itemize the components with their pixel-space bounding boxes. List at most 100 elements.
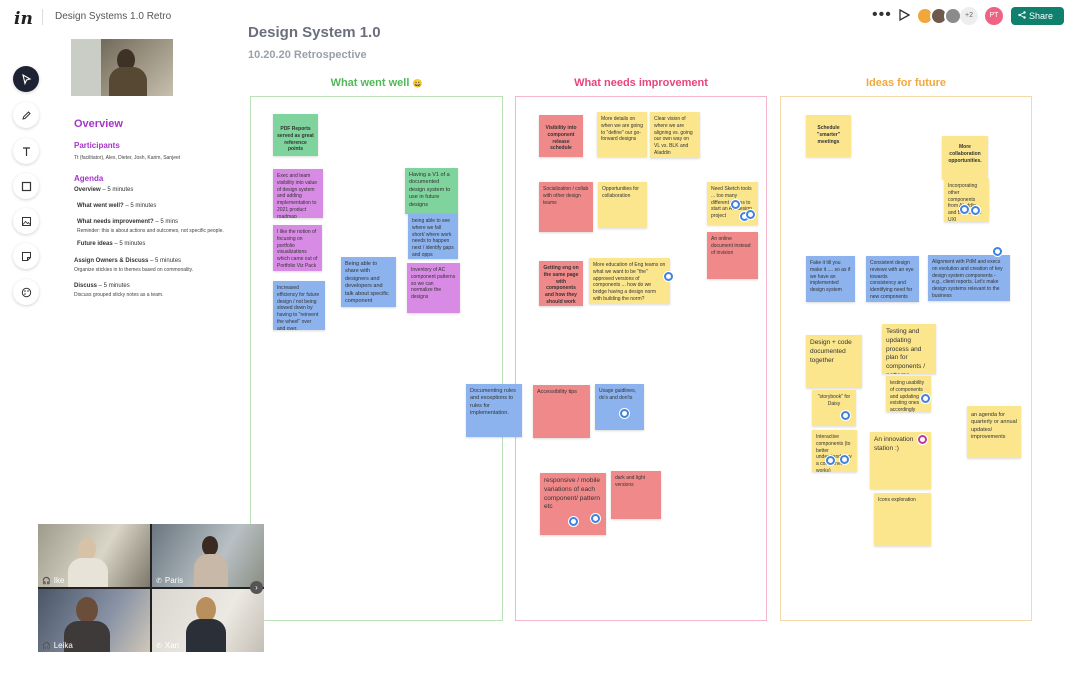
smile-emoji-icon: 😀 (412, 79, 423, 88)
column-title-needs-improvement[interactable]: What needs improvement (515, 77, 767, 89)
comment-marker-icon[interactable] (960, 205, 969, 214)
text-icon (22, 146, 30, 156)
board-subtitle[interactable]: 10.20.20 Retrospective (248, 49, 367, 61)
sticky-note[interactable]: I like the notion of focusing on portfol… (273, 225, 322, 271)
widgets-tool[interactable] (13, 279, 39, 305)
agenda-item: Assign Owners & Discuss – 5 minutes (74, 258, 182, 264)
present-play-icon[interactable] (898, 9, 910, 21)
sticky-note[interactable]: an agenda for quarterly or annual update… (967, 406, 1021, 458)
comment-marker-icon[interactable] (840, 455, 849, 464)
participant-head (78, 538, 96, 560)
sticky-note[interactable]: "storybook" for Daisy (812, 390, 856, 426)
sticky-note[interactable]: Having a V1 of a documented design syste… (405, 168, 458, 214)
presenter-body (109, 67, 147, 96)
agenda-item: What went well? – 5 minutes (77, 203, 157, 209)
more-options-icon[interactable]: ••• (872, 6, 892, 24)
pen-tool[interactable] (13, 102, 39, 128)
sticky-note[interactable]: Testing and updating process and plan fo… (882, 324, 936, 374)
next-participants-button[interactable]: › (250, 581, 263, 594)
comment-marker-icon[interactable] (841, 411, 850, 420)
video-tile[interactable]: 🎧 Ike (38, 524, 150, 587)
pencil-icon (21, 110, 31, 120)
sticky-note[interactable]: Usage guidlines, do's and don'ts (595, 384, 644, 430)
sticky-note[interactable]: Icons exploration (874, 493, 931, 546)
sticky-note[interactable]: Being able to share with designers and d… (341, 257, 396, 307)
comment-marker-icon[interactable] (993, 247, 1002, 256)
participant-name: ✆ Xan (156, 641, 180, 650)
sticky-note[interactable]: Inventory of AC component patterns so we… (407, 263, 460, 313)
comment-marker-icon[interactable] (971, 206, 980, 215)
participant-body (68, 558, 108, 587)
sticky-note[interactable]: Clear vision of where we are aligning vs… (650, 112, 700, 158)
sticky-note[interactable]: Opportunities for collaboration (598, 182, 647, 228)
sticky-note[interactable]: Exec and team visibility into value of d… (273, 169, 323, 218)
sticky-note[interactable]: Visibility into component release schedu… (539, 115, 583, 157)
sticky-note[interactable]: Accessibility tips (533, 385, 590, 438)
video-tile[interactable]: ✆ Paris (152, 524, 264, 587)
sticky-note[interactable]: Getting eng on the same page with compon… (539, 261, 583, 306)
comment-marker-icon[interactable] (921, 394, 930, 403)
sticky-note[interactable]: PDF Reports served as great reference po… (273, 114, 318, 156)
video-tile[interactable]: 🎧 Leika (38, 589, 150, 652)
column-title-went-well[interactable]: What went well 😀 (250, 77, 503, 89)
agenda-item: Overview – 5 minutes (74, 187, 134, 193)
comment-marker-icon[interactable] (591, 514, 600, 523)
participants-list: Tt (facilitator), Alex, Dieter, Josh, Ka… (74, 155, 181, 161)
participant-body (186, 619, 226, 652)
sticky-note[interactable]: More education of Eng teams on what we w… (589, 258, 670, 304)
comment-marker-icon[interactable] (569, 517, 578, 526)
more-collaborators-badge[interactable]: +2 (960, 7, 978, 25)
sticky-note[interactable]: More details on when we are going to "de… (597, 112, 647, 157)
sticky-note-tool[interactable] (13, 243, 39, 269)
image-icon (21, 216, 31, 226)
presenter-video[interactable] (71, 39, 173, 96)
video-background (71, 39, 101, 96)
overview-title: Overview (74, 118, 123, 130)
comment-marker-icon[interactable] (664, 272, 673, 281)
participant-name: 🎧 Ike (42, 576, 65, 585)
video-call-grid[interactable]: 🎧 Ike ✆ Paris 🎧 Leika ✆ Xan (38, 524, 264, 652)
sticky-note[interactable]: Design + code documented together (806, 335, 862, 388)
sticky-note[interactable]: dark and light versions (611, 471, 661, 519)
sticky-note[interactable]: Schedule "smarter" meetings (806, 115, 851, 157)
invision-logo[interactable]: in (14, 9, 33, 29)
sticky-note[interactable]: being able to see where we fall short/ w… (408, 214, 458, 259)
column-needs-improvement[interactable] (515, 96, 767, 621)
column-title-ideas-future[interactable]: Ideas for future (780, 77, 1032, 89)
agenda-heading: Agenda (74, 174, 104, 183)
comment-marker-icon[interactable] (620, 409, 629, 418)
participant-body (194, 554, 228, 587)
participants-heading: Participants (74, 141, 120, 150)
board-title[interactable]: Design System 1.0 (248, 24, 381, 41)
phone-icon: ✆ (156, 643, 162, 650)
image-tool[interactable] (13, 208, 39, 234)
sticky-note[interactable]: Socialization / collab with other design… (539, 182, 593, 232)
share-icon (1018, 11, 1026, 19)
participant-head (76, 597, 98, 623)
comment-marker-icon[interactable] (746, 210, 755, 219)
sticky-note[interactable]: More collaboration opportunities. (942, 136, 988, 179)
comment-marker-icon[interactable] (918, 435, 927, 444)
shape-tool[interactable] (13, 173, 39, 199)
sticky-note[interactable]: Incorporating other components from Alad… (944, 179, 989, 222)
comment-marker-icon[interactable] (826, 456, 835, 465)
sticky-note[interactable]: Consistent design reviews with an eye to… (866, 256, 919, 302)
document-title[interactable]: Design Systems 1.0 Retro (55, 11, 171, 22)
participant-name: ✆ Paris (156, 576, 184, 585)
headphones-icon: 🎧 (42, 578, 51, 585)
sticky-note[interactable]: Increased efficiency for future design /… (273, 281, 325, 330)
cursor-icon (21, 73, 31, 85)
sticky-note[interactable]: Documenting rules and exceptions to rule… (466, 384, 522, 437)
participant-name: 🎧 Leika (42, 641, 73, 650)
current-user-avatar[interactable]: PT (985, 7, 1003, 25)
sticky-note[interactable]: Fake it till you make it .... so as if w… (806, 256, 855, 302)
agenda-item: Future ideas – 5 minutes (77, 241, 146, 247)
video-tile[interactable]: ✆ Xan (152, 589, 264, 652)
comment-marker-icon[interactable] (731, 200, 740, 209)
select-tool[interactable] (13, 66, 39, 92)
sticky-note[interactable]: An online document instead of invision (707, 232, 758, 279)
agenda-note: Organize stickies in to themes based on … (74, 267, 194, 273)
sticky-note[interactable]: Alignment with PdM and execs on evolutio… (928, 255, 1010, 301)
sticky-note[interactable]: Interactive components (to better unders… (812, 430, 857, 472)
text-tool[interactable] (13, 138, 39, 164)
